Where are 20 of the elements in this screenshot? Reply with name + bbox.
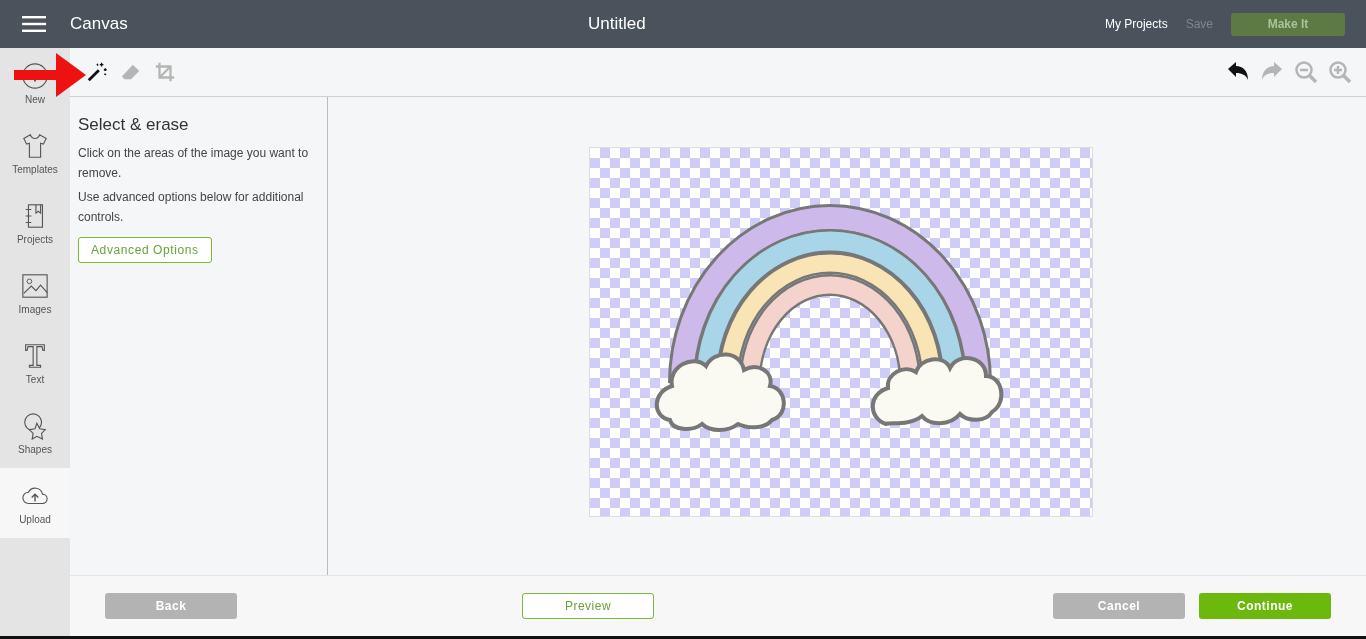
document-title: Untitled <box>588 14 646 34</box>
crop-icon[interactable] <box>154 61 176 83</box>
panel-title: Select & erase <box>78 115 190 135</box>
instruction-text: Use advanced options below for additional controls. <box>78 189 305 226</box>
menu-icon[interactable] <box>22 16 46 32</box>
magic-wand-icon[interactable] <box>86 61 108 83</box>
instruction-text: Click on the areas of the image you want to remove. <box>78 145 310 182</box>
sidebar-item[interactable]: Upload <box>0 468 70 538</box>
header-link[interactable]: My Projects <box>1104 17 1168 31</box>
image-icon <box>21 271 49 300</box>
sidebar-item[interactable]: Text <box>0 328 70 398</box>
shapes-icon <box>21 411 49 440</box>
app-title: Canvas <box>70 14 128 34</box>
shirt-icon <box>21 131 49 160</box>
sidebar-item[interactable]: Shapes <box>0 398 70 468</box>
arrow-annotation-overlay <box>14 53 86 97</box>
sidebar-item[interactable]: Templates <box>0 118 70 188</box>
sidebar-item[interactable]: Images <box>0 258 70 328</box>
advanced-options-button[interactable]: Advanced Options <box>78 237 212 263</box>
sidebar-item[interactable]: Projects <box>0 188 70 258</box>
